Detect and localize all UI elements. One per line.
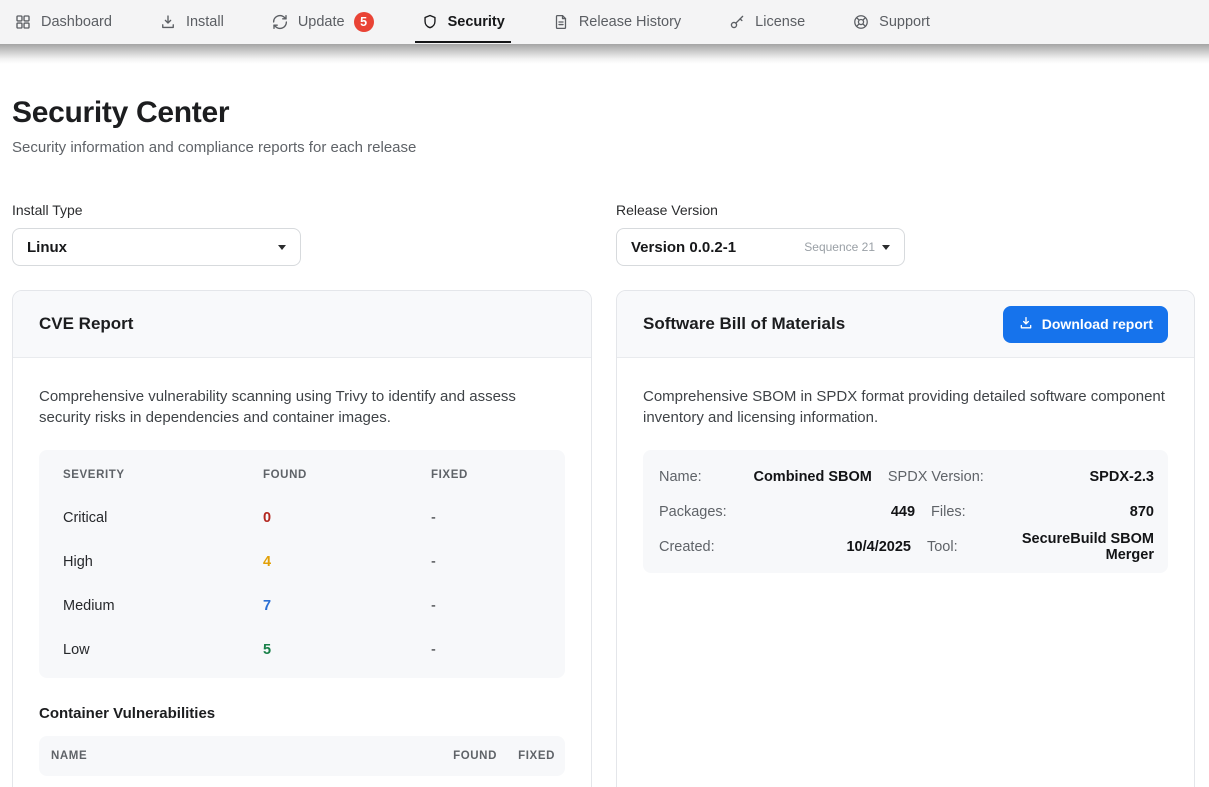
nav-tab-security[interactable]: Security [421, 0, 505, 44]
nav-tab-label: Security [448, 14, 505, 30]
container-table-header: NAME FOUND FIXED [39, 736, 565, 776]
install-type-value: Linux [27, 239, 278, 256]
table-row: Created: 10/4/2025 Tool: SecureBuild SBO… [659, 529, 1154, 564]
found-count: 7 [263, 598, 431, 614]
severity-table-header: SEVERITY FOUND FIXED [39, 454, 565, 496]
found-count: 5 [263, 642, 431, 658]
table-row-high: High 4 - [39, 540, 565, 584]
release-version-select[interactable]: Version 0.0.2-1 Sequence 21 [616, 228, 905, 266]
top-nav: Dashboard Install Update 5 Security Rele… [0, 0, 1209, 44]
nav-tab-label: Release History [579, 14, 681, 30]
severity-table: SEVERITY FOUND FIXED Critical 0 - High 4… [39, 450, 565, 678]
col-name: NAME [51, 750, 431, 762]
chevron-down-icon [278, 245, 286, 250]
lifebuoy-icon [852, 13, 870, 31]
table-row: Packages: 449 Files: 870 [659, 494, 1154, 529]
release-version-label: Release Version [616, 202, 905, 218]
nav-tab-dashboard[interactable]: Dashboard [14, 0, 112, 44]
chevron-down-icon [882, 245, 890, 250]
table-row: Name: Combined SBOM SPDX Version: SPDX-2… [659, 459, 1154, 494]
severity-label: Critical [63, 510, 263, 526]
sbom-card: Software Bill of Materials Download repo… [616, 290, 1195, 787]
found-count: 0 [263, 510, 431, 526]
cve-card-title: CVE Report [39, 314, 133, 334]
nav-tab-label: Update [298, 14, 345, 30]
key-icon [728, 13, 746, 31]
col-found: FOUND [263, 469, 431, 481]
sbom-card-title: Software Bill of Materials [643, 314, 845, 334]
report-cards-row: CVE Report Comprehensive vulnerability s… [12, 290, 1195, 787]
release-version-filter: Release Version Version 0.0.2-1 Sequence… [616, 202, 905, 266]
shield-icon [421, 13, 439, 31]
sbom-packages-label: Packages: [659, 504, 727, 520]
release-version-value: Version 0.0.2-1 [631, 239, 804, 256]
nav-tab-label: Support [879, 14, 930, 30]
download-report-button[interactable]: Download report [1003, 306, 1168, 343]
download-icon [1018, 315, 1034, 334]
fixed-count: - [431, 598, 541, 614]
page-subtitle: Security information and compliance repo… [12, 139, 1195, 156]
main-content: Security Center Security information and… [0, 96, 1209, 787]
nav-tab-license[interactable]: License [728, 0, 805, 44]
sbom-packages-value: 449 [743, 504, 915, 520]
page-title: Security Center [12, 96, 1195, 130]
sbom-tool-label: Tool: [927, 539, 958, 555]
sbom-tool-value: SecureBuild SBOM Merger [974, 531, 1154, 563]
col-fixed: FIXED [431, 469, 541, 481]
install-type-select[interactable]: Linux [12, 228, 301, 266]
table-row-low: Low 5 - [39, 628, 565, 672]
document-icon [552, 13, 570, 31]
container-vulnerabilities-heading: Container Vulnerabilities [39, 705, 565, 722]
sbom-card-header: Software Bill of Materials Download repo… [617, 291, 1194, 358]
table-row-medium: Medium 7 - [39, 584, 565, 628]
nav-tab-label: Dashboard [41, 14, 112, 30]
fixed-count: - [431, 642, 541, 658]
nav-tab-label: Install [186, 14, 224, 30]
nav-tab-label: License [755, 14, 805, 30]
table-row-critical: Critical 0 - [39, 496, 565, 540]
sbom-name-value: Combined SBOM [718, 469, 872, 485]
dashboard-grid-icon [14, 13, 32, 31]
filters-row: Install Type Linux Release Version Versi… [12, 202, 1195, 266]
fixed-count: - [431, 510, 541, 526]
severity-label: High [63, 554, 263, 570]
cve-card-description: Comprehensive vulnerability scanning usi… [39, 386, 565, 428]
nav-tab-update[interactable]: Update 5 [271, 0, 374, 44]
severity-label: Medium [63, 598, 263, 614]
refresh-icon [271, 13, 289, 31]
found-count: 4 [263, 554, 431, 570]
severity-label: Low [63, 642, 263, 658]
col-found: FOUND [431, 750, 497, 762]
header-shadow [0, 44, 1209, 64]
sbom-files-label: Files: [931, 504, 966, 520]
download-icon [159, 13, 177, 31]
col-fixed: FIXED [497, 750, 555, 762]
install-type-filter: Install Type Linux [12, 202, 301, 266]
install-type-label: Install Type [12, 202, 301, 218]
nav-tab-install[interactable]: Install [159, 0, 224, 44]
col-severity: SEVERITY [63, 469, 263, 481]
sbom-details-table: Name: Combined SBOM SPDX Version: SPDX-2… [643, 450, 1168, 573]
fixed-count: - [431, 554, 541, 570]
sbom-created-label: Created: [659, 539, 715, 555]
sbom-card-description: Comprehensive SBOM in SPDX format provid… [643, 386, 1168, 428]
download-report-label: Download report [1042, 316, 1153, 332]
sbom-name-label: Name: [659, 469, 702, 485]
release-sequence-meta: Sequence 21 [804, 240, 875, 254]
update-count-badge: 5 [354, 12, 374, 32]
cve-card-header: CVE Report [13, 291, 591, 358]
cve-report-card: CVE Report Comprehensive vulnerability s… [12, 290, 592, 787]
sbom-spdx-version-value: SPDX-2.3 [1000, 469, 1154, 485]
sbom-spdx-version-label: SPDX Version: [888, 469, 984, 485]
nav-tab-release-history[interactable]: Release History [552, 0, 681, 44]
sbom-files-value: 870 [982, 504, 1154, 520]
sbom-created-value: 10/4/2025 [731, 539, 911, 555]
nav-tab-support[interactable]: Support [852, 0, 930, 44]
